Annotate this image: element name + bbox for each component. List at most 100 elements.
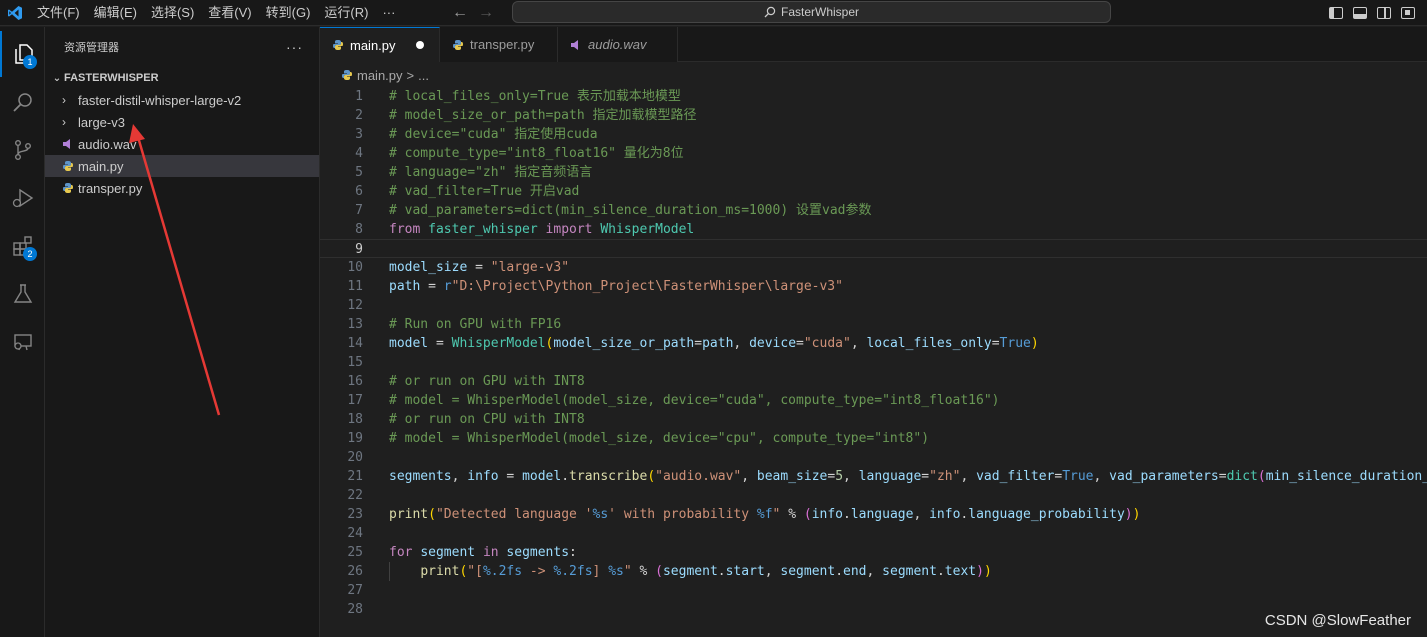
- tab-transper-py[interactable]: transper.py: [440, 27, 558, 62]
- code-token: beam_size: [756, 469, 828, 484]
- code-token: True: [1062, 469, 1094, 484]
- line-number: 2: [355, 108, 363, 123]
- code-token: =: [420, 279, 444, 294]
- code-token: ,: [764, 564, 781, 579]
- line-number: 10: [347, 260, 363, 275]
- line-number: 4: [355, 146, 363, 161]
- code-line: 15: [320, 353, 1427, 372]
- code-token: # compute_type="int8_float16" 量化为8位: [389, 146, 684, 161]
- code-token: %: [780, 507, 804, 522]
- line-number: 17: [347, 393, 363, 408]
- code-token: model_size: [389, 260, 468, 275]
- code-token: ]: [592, 564, 609, 579]
- code-line: 7 # vad_parameters=dict(min_silence_durat…: [320, 201, 1427, 220]
- line-code: # or run on CPU with INT8: [389, 410, 585, 429]
- python-file-icon: [62, 160, 78, 172]
- code-token: vad_parameters: [1109, 469, 1219, 484]
- breadcrumb-symbols[interactable]: ...: [418, 68, 429, 83]
- toggle-secondary-sidebar-icon[interactable]: [1377, 7, 1391, 19]
- search-icon[interactable]: [0, 79, 45, 125]
- unsaved-dot-icon[interactable]: [415, 41, 424, 49]
- code-line: 25 for segment in segments:: [320, 543, 1427, 562]
- tab-audio-wav[interactable]: audio.wav: [558, 27, 678, 62]
- line-code: # model = WhisperModel(model_size, devic…: [389, 391, 999, 410]
- toggle-panel-icon[interactable]: [1353, 7, 1367, 19]
- code-token: =: [694, 336, 703, 351]
- code-line: 26 print("[%.2fs -> %.2fs] %s" % (segmen…: [320, 562, 1427, 581]
- line-number: 1: [355, 89, 363, 104]
- customize-layout-icon[interactable]: [1401, 7, 1415, 19]
- code-token: WhisperModel: [451, 336, 546, 351]
- code-token: start: [725, 564, 765, 579]
- toggle-primary-sidebar-icon[interactable]: [1329, 7, 1343, 19]
- testing-icon[interactable]: [0, 271, 45, 317]
- code-token: info: [467, 469, 499, 484]
- code-token: (: [428, 507, 436, 522]
- command-center-search[interactable]: FasterWhisper: [512, 1, 1111, 23]
- line-code: # compute_type="int8_float16" 量化为8位: [389, 144, 684, 163]
- code-token: info: [811, 507, 843, 522]
- menu-item[interactable]: 运行(R): [317, 0, 375, 26]
- source-control-icon[interactable]: [0, 127, 45, 173]
- code-line: 6 # vad_filter=True 开启vad: [320, 182, 1427, 201]
- line-code: # device="cuda" 指定使用cuda: [389, 125, 598, 144]
- line-number: 5: [355, 165, 363, 180]
- code-line: 28: [320, 600, 1427, 619]
- code-token: %f: [756, 507, 773, 522]
- tab-main-py[interactable]: main.py: [320, 27, 440, 62]
- workspace-folder[interactable]: ⌄ FASTERWHISPER: [45, 67, 319, 89]
- menu-item[interactable]: 编辑(E): [87, 0, 144, 26]
- code-line: 9: [320, 239, 1427, 258]
- code-token: path: [389, 279, 421, 294]
- code-token: segment: [882, 564, 937, 579]
- menu-item[interactable]: 选择(S): [144, 0, 201, 26]
- code-token: ): [983, 564, 992, 579]
- code-token: .: [843, 507, 851, 522]
- code-token: "cuda": [803, 336, 851, 351]
- menu-item[interactable]: 转到(G): [259, 0, 318, 26]
- line-number: 19: [347, 431, 363, 446]
- code-token: .: [561, 469, 570, 484]
- breadcrumb-file[interactable]: main.py: [357, 68, 403, 83]
- code-token: import: [545, 222, 593, 237]
- code-editor[interactable]: 1 # local_files_only=True 表示加载本地模型 2 # mode…: [320, 87, 1427, 637]
- menu-item[interactable]: 查看(V): [201, 0, 258, 26]
- activity-bar: 1 2: [0, 27, 45, 637]
- tree-item-python[interactable]: main.py: [45, 155, 319, 177]
- line-number: 24: [347, 526, 363, 541]
- breadcrumb: main.py > ...: [320, 63, 1427, 87]
- audio-file-icon: [62, 138, 78, 150]
- code-token: ,: [850, 336, 867, 351]
- run-debug-icon[interactable]: [0, 175, 45, 221]
- code-token: segments: [389, 469, 452, 484]
- menu-item[interactable]: 文件(F): [30, 0, 87, 26]
- tree-item-audio[interactable]: audio.wav: [45, 133, 319, 155]
- line-number: 9: [355, 242, 363, 257]
- code-token: (: [647, 469, 656, 484]
- code-token: =: [467, 260, 491, 275]
- code-token: "large-v3": [490, 260, 570, 275]
- code-token: print: [420, 564, 460, 579]
- code-token: ,: [451, 469, 468, 484]
- code-token: segment: [780, 564, 836, 579]
- more-actions-icon[interactable]: ···: [286, 39, 303, 55]
- line-code: # language="zh" 指定音频语言: [389, 163, 592, 182]
- arrow-left-icon[interactable]: ←: [452, 4, 468, 22]
- line-number: 20: [347, 450, 363, 465]
- code-token: ,: [960, 469, 977, 484]
- remote-explorer-icon[interactable]: [0, 319, 45, 365]
- arrow-right-icon[interactable]: →: [478, 4, 494, 22]
- extensions-icon[interactable]: 2: [0, 223, 45, 269]
- code-line: 23 print("Detected language '%s' with pro…: [320, 505, 1427, 524]
- line-number: 26: [347, 564, 363, 579]
- code-token: # model = WhisperModel(model_size, devic…: [389, 393, 1000, 408]
- tree-item-folder[interactable]: › large-v3: [45, 111, 319, 133]
- line-number: 7: [355, 203, 363, 218]
- tree-item-folder[interactable]: › faster-distil-whisper-large-v2: [45, 89, 319, 111]
- menu-item[interactable]: ···: [375, 0, 402, 26]
- explorer-icon[interactable]: 1: [0, 31, 45, 77]
- sidebar-title: 资源管理器: [64, 42, 119, 54]
- code-token: %.2fs: [553, 564, 593, 579]
- tree-item-python[interactable]: transper.py: [45, 177, 319, 199]
